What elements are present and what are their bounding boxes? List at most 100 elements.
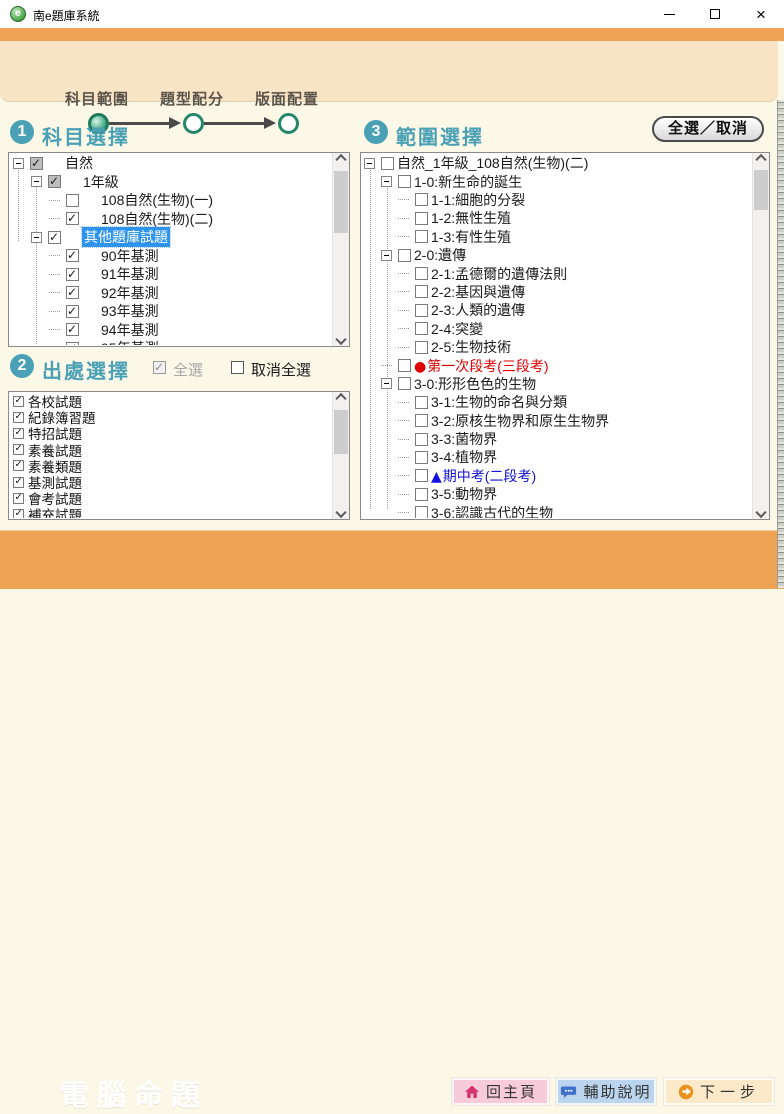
tree-expander-collapse-icon[interactable] [381, 250, 392, 261]
tree-node[interactable]: 3-3:菌物界 [362, 430, 752, 448]
tree-node-label[interactable]: 95年基測 [101, 338, 159, 345]
tree-node[interactable]: 自然 [10, 154, 332, 173]
tree-node-label[interactable]: 91年基測 [101, 264, 159, 284]
checkbox[interactable] [415, 322, 428, 335]
tree-node-label[interactable]: 2-3:人類的遺傳 [431, 300, 525, 320]
scroll-up-icon[interactable] [333, 153, 349, 169]
scrollbar-thumb[interactable] [334, 410, 348, 454]
checkbox[interactable] [66, 342, 79, 345]
tree-node-label[interactable]: 93年基測 [101, 301, 159, 321]
next-step-button[interactable]: 下一步 [664, 1078, 774, 1105]
tree-node[interactable]: 93年基測 [10, 302, 332, 321]
tree-node-label[interactable]: 2-0:遺傳 [414, 245, 466, 265]
checkbox[interactable] [381, 157, 394, 170]
checkbox[interactable] [13, 428, 24, 439]
tree-node[interactable]: 自然_1年級_108自然(生物)(二) [362, 154, 752, 172]
checkbox[interactable] [415, 506, 428, 518]
tree-node[interactable]: 3-4:植物界 [362, 448, 752, 466]
tree-node-label[interactable]: 3-5:動物界 [431, 484, 497, 504]
checkbox[interactable] [415, 304, 428, 317]
checkbox[interactable] [398, 359, 411, 372]
tree-node-label[interactable]: ▲期中考(二段考) [431, 466, 536, 486]
tree-node-label[interactable]: 94年基測 [101, 320, 159, 340]
checkbox[interactable] [13, 444, 24, 455]
tree-node[interactable]: 2-5:生物技術 [362, 338, 752, 356]
checkbox[interactable] [415, 488, 428, 501]
checkbox[interactable] [415, 469, 428, 482]
checkbox[interactable] [415, 433, 428, 446]
tree-expander-collapse-icon[interactable] [31, 232, 42, 243]
tree-node-label[interactable]: 3-1:生物的命名與分類 [431, 392, 567, 412]
tree-node-label[interactable]: 1-0:新生命的誕生 [414, 172, 522, 192]
scroll-down-icon[interactable] [333, 330, 349, 346]
checkbox[interactable] [13, 493, 24, 504]
checkbox[interactable] [415, 267, 428, 280]
tree-node-label[interactable]: 3-2:原核生物界和原生生物界 [431, 411, 609, 431]
minimize-button[interactable] [646, 0, 692, 28]
checkbox[interactable] [66, 305, 79, 318]
tree-node[interactable]: 其他題庫試題 [10, 228, 332, 247]
checkbox[interactable] [415, 193, 428, 206]
tree-node[interactable]: 90年基測 [10, 247, 332, 266]
checkbox[interactable] [415, 285, 428, 298]
select-all-checkbox[interactable] [153, 361, 166, 374]
tree-node[interactable]: 108自然(生物)(二) [10, 210, 332, 229]
help-button[interactable]: 輔助說明 [556, 1078, 656, 1105]
tree-node[interactable]: 2-1:孟德爾的遺傳法則 [362, 264, 752, 282]
tree-node-label[interactable]: 其他題庫試題 [82, 227, 170, 247]
tree-node-label[interactable]: 自然 [65, 154, 93, 173]
checkbox[interactable] [13, 460, 24, 471]
checkbox[interactable] [48, 175, 61, 188]
scroll-down-icon[interactable] [333, 503, 349, 519]
tree-node-label[interactable]: ●第一次段考(三段考) [414, 356, 549, 376]
tree-expander-collapse-icon[interactable] [364, 158, 375, 169]
tree-node[interactable]: 92年基測 [10, 284, 332, 303]
checkbox[interactable] [398, 175, 411, 188]
tree-node[interactable]: 2-4:突變 [362, 320, 752, 338]
tree-node-label[interactable]: 1-2:無性生殖 [431, 208, 511, 228]
checkbox[interactable] [13, 509, 24, 518]
checkbox[interactable] [66, 194, 79, 207]
tree-node-label[interactable]: 90年基測 [101, 246, 159, 266]
tree-node-label[interactable]: 1-1:細胞的分裂 [431, 190, 525, 210]
tree-node[interactable]: 1-2:無性生殖 [362, 209, 752, 227]
tree-node[interactable]: 3-2:原核生物界和原生生物界 [362, 411, 752, 429]
checkbox[interactable] [66, 212, 79, 225]
tree-node[interactable]: 1年級 [10, 173, 332, 192]
tree-node-label[interactable]: 108自然(生物)(一) [101, 190, 213, 210]
tree-node[interactable]: ▲期中考(二段考) [362, 467, 752, 485]
select-all-toggle-button[interactable]: 全選／取消 [652, 116, 764, 142]
tree-node-label[interactable]: 92年基測 [101, 283, 159, 303]
close-button[interactable] [738, 0, 784, 28]
scroll-down-icon[interactable] [753, 503, 769, 519]
tree-node[interactable]: 2-0:遺傳 [362, 246, 752, 264]
tree-node[interactable]: 2-3:人類的遺傳 [362, 301, 752, 319]
tree-node[interactable]: 108自然(生物)(一) [10, 191, 332, 210]
tree-node-label[interactable]: 2-1:孟德爾的遺傳法則 [431, 264, 567, 284]
tree-expander-collapse-icon[interactable] [13, 158, 24, 169]
checkbox[interactable] [415, 451, 428, 464]
tree-node[interactable]: 2-2:基因與遺傳 [362, 283, 752, 301]
scroll-up-icon[interactable] [333, 392, 349, 408]
checkbox[interactable] [415, 414, 428, 427]
checkbox[interactable] [13, 477, 24, 488]
tree-node[interactable]: 3-6:認識古代的生物 [362, 503, 752, 518]
range-tree-scrollbar[interactable] [752, 153, 769, 519]
checkbox[interactable] [415, 230, 428, 243]
checkbox[interactable] [13, 412, 24, 423]
tree-node-label[interactable]: 3-4:植物界 [431, 447, 497, 467]
tree-expander-collapse-icon[interactable] [31, 176, 42, 187]
tree-node[interactable]: 95年基測 [10, 339, 332, 345]
tree-node[interactable]: ●第一次段考(三段考) [362, 356, 752, 374]
checkbox[interactable] [48, 231, 61, 244]
tree-node-label[interactable]: 108自然(生物)(二) [101, 209, 213, 229]
checkbox[interactable] [66, 249, 79, 262]
checkbox[interactable] [415, 212, 428, 225]
deselect-all-checkbox[interactable] [231, 361, 244, 374]
tree-node[interactable]: 91年基測 [10, 265, 332, 284]
checkbox[interactable] [415, 341, 428, 354]
tree-expander-collapse-icon[interactable] [381, 176, 392, 187]
tree-node[interactable]: 1-3:有性生殖 [362, 228, 752, 246]
subject-tree-scrollbar[interactable] [332, 153, 349, 346]
home-button[interactable]: 回主頁 [452, 1078, 549, 1105]
